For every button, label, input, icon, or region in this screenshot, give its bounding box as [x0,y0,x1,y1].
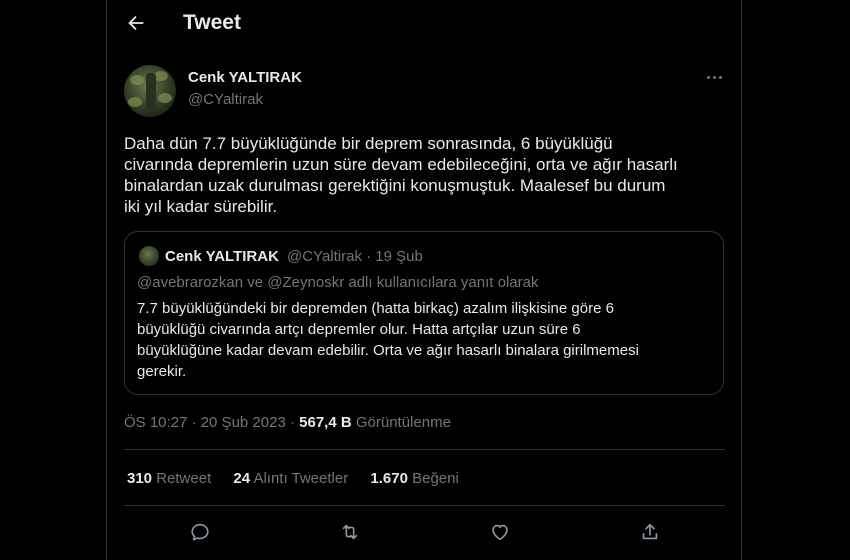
tweet-line: civarında depremlerin uzun süre devam ed… [124,155,678,174]
quoted-line: büyüklüğüne kadar devam edebilir. Orta v… [137,342,639,359]
author-name[interactable]: Cenk YALTIRAK [188,69,302,86]
page-title: Tweet [183,11,241,34]
divider [124,505,725,506]
retweet-button[interactable] [337,519,363,545]
tweet-line: binalardan uzak durulması gerektiğini ko… [124,176,666,195]
quoted-text: 7.7 büyüklüğündeki bir depremden (hatta … [137,298,711,382]
separator: · [285,414,300,431]
divider [124,449,725,450]
tweet-datetime[interactable]: ÖS 10:27 · 20 Şub 2023 [124,414,286,431]
quoted-author-name: Cenk YALTIRAK [165,248,279,265]
quoted-line: 7.7 büyüklüğündeki bir depremden (hatta … [137,300,614,317]
avatar[interactable] [124,65,176,117]
tweet-line: Daha dün 7.7 büyüklüğünde bir deprem son… [124,134,613,153]
quoted-line: büyüklüğü civarında artçı depremler olur… [137,321,581,338]
arrow-left-icon [128,15,144,31]
reply-icon [191,523,209,541]
quoted-avatar [139,246,159,266]
retweet-icon [342,524,358,540]
tweet-text: Daha dün 7.7 büyüklüğünde bir deprem son… [124,133,728,217]
quoted-tweet[interactable]: Cenk YALTIRAK @CYaltirak · 19 Şub @avebr… [124,231,724,395]
views-label: Görüntülenme [355,414,451,431]
more-horizontal-icon [707,76,710,79]
reply-button[interactable] [187,519,213,545]
share-icon [642,523,658,540]
author-handle[interactable]: @CYaltirak [188,91,263,108]
likes-stat[interactable]: 1.670 Beğeni [370,470,458,487]
back-button[interactable] [123,10,149,36]
quoted-line: gerekir. [137,363,187,380]
retweets-stat[interactable]: 310 Retweet [127,470,211,487]
timestamp-row: ÖS 10:27 · 20 Şub 2023 · 567,4 B Görüntü… [124,414,451,431]
tweet-line: iki yıl kadar sürebilir. [124,197,278,216]
tweet-column: Tweet Cenk YALTIRAK @CYaltirak Daha dün … [106,0,742,560]
quoted-handle-date: @CYaltirak · 19 Şub [287,248,423,265]
share-button[interactable] [637,519,663,545]
like-button[interactable] [487,519,513,545]
quoted-reply-context: @avebrarozkan ve @Zeynoskr adlı kullanıc… [137,274,539,291]
views-count: 567,4 B [299,414,352,431]
engagement-stats: 310 Retweet 24 Alıntı Tweetler 1.670 Beğ… [127,470,477,487]
heart-icon [492,524,508,541]
quotes-stat[interactable]: 24 Alıntı Tweetler [233,470,348,487]
action-bar [107,516,741,548]
top-bar: Tweet [107,0,741,50]
more-options-button[interactable] [703,68,727,88]
